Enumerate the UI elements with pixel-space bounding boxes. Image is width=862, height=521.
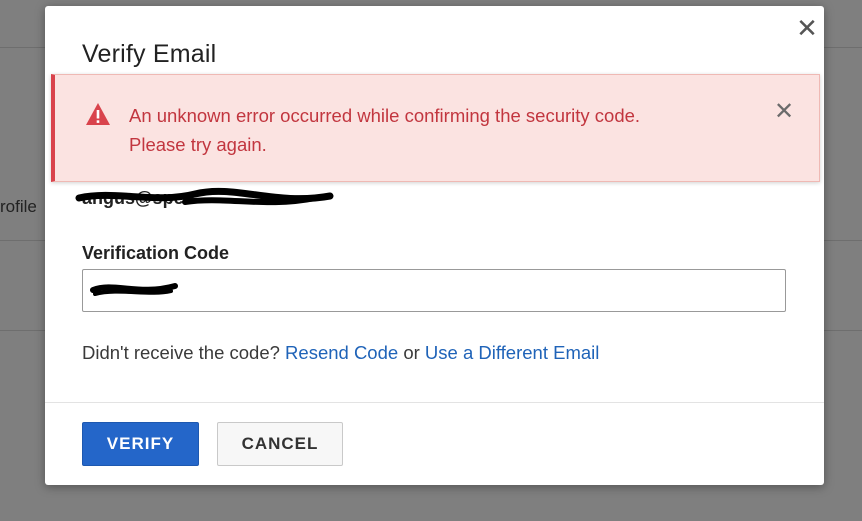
error-message-line: Please try again. bbox=[129, 134, 267, 155]
verification-code-input[interactable] bbox=[82, 269, 786, 312]
resend-line: Didn't receive the code? Resend Code or … bbox=[82, 342, 599, 364]
warning-triangle-icon bbox=[86, 103, 110, 125]
error-alert: An unknown error occurred while confirmi… bbox=[51, 74, 820, 182]
or-text: or bbox=[403, 342, 420, 363]
use-different-email-link[interactable]: Use a Different Email bbox=[425, 342, 599, 363]
verify-button[interactable]: VERIFY bbox=[82, 422, 199, 466]
background-divider bbox=[0, 330, 45, 331]
background-divider bbox=[824, 240, 862, 241]
code-redaction-scribble bbox=[90, 283, 178, 296]
footer-divider bbox=[45, 402, 824, 403]
cancel-button[interactable]: CANCEL bbox=[217, 422, 343, 466]
resend-prompt-text: Didn't receive the code? bbox=[82, 342, 280, 363]
email-redaction-scribble bbox=[75, 187, 334, 206]
background-profile-text: rofile bbox=[0, 197, 37, 216]
alert-close-icon[interactable]: ✕ bbox=[771, 99, 797, 125]
modal-title: Verify Email bbox=[82, 40, 217, 68]
resend-code-link[interactable]: Resend Code bbox=[285, 342, 398, 363]
background-divider bbox=[0, 240, 45, 241]
modal-close-icon[interactable]: ✕ bbox=[793, 14, 821, 42]
verification-code-label: Verification Code bbox=[82, 243, 230, 263]
background-divider bbox=[824, 330, 862, 331]
error-message: An unknown error occurred while confirmi… bbox=[129, 101, 749, 159]
error-message-line: An unknown error occurred while confirmi… bbox=[129, 105, 641, 126]
